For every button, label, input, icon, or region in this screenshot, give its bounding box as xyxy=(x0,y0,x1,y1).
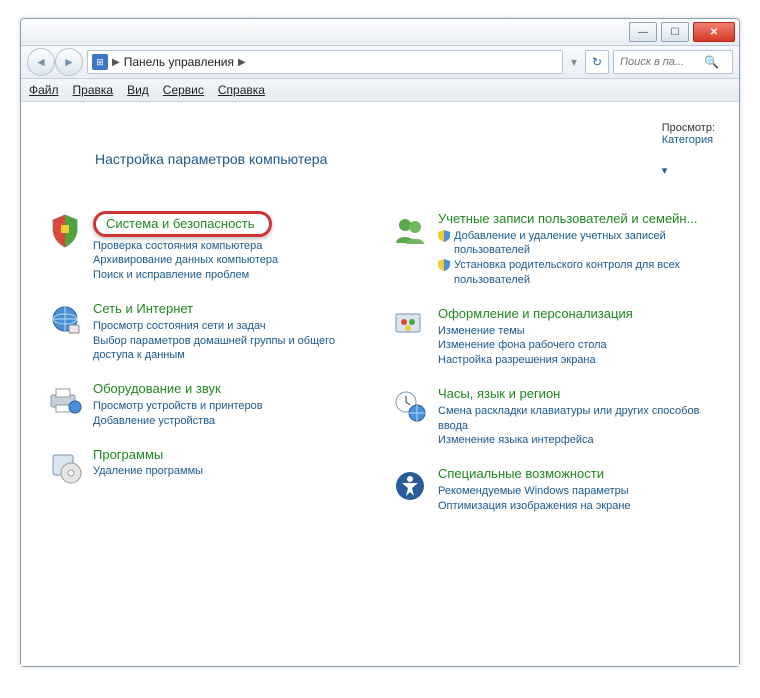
category-hardware: Оборудование и звук Просмотр устройств и… xyxy=(45,381,370,428)
chevron-down-icon: ▾ xyxy=(662,164,715,177)
link-change-theme[interactable]: Изменение темы xyxy=(438,324,525,339)
category-title-programs[interactable]: Программы xyxy=(93,447,163,463)
category-users: Учетные записи пользователей и семейн...… xyxy=(390,211,715,288)
menu-tools[interactable]: Сервис xyxy=(163,83,204,97)
titlebar: ― ☐ ✕ xyxy=(21,19,739,46)
page-title: Настройка параметров компьютера xyxy=(95,151,327,167)
search-input[interactable] xyxy=(618,55,700,69)
forward-button[interactable]: ► xyxy=(55,48,83,76)
search-box[interactable]: 🔍 xyxy=(613,50,733,74)
link-network-status[interactable]: Просмотр состояния сети и задач xyxy=(93,319,266,334)
link-uninstall[interactable]: Удаление программы xyxy=(93,464,203,479)
category-ease-of-access: Специальные возможности Рекомендуемые Wi… xyxy=(390,466,715,513)
disc-icon xyxy=(45,447,85,487)
refresh-button[interactable]: ↻ xyxy=(585,50,609,74)
category-title-hardware[interactable]: Оборудование и звук xyxy=(93,381,221,397)
uac-shield-icon xyxy=(438,259,450,271)
link-backup[interactable]: Архивирование данных компьютера xyxy=(93,253,278,268)
category-system-security: Система и безопасность Проверка состояни… xyxy=(45,211,370,283)
category-programs: Программы Удаление программы xyxy=(45,447,370,487)
search-icon: 🔍 xyxy=(704,55,719,69)
menu-help[interactable]: Справка xyxy=(218,83,265,97)
category-appearance: Оформление и персонализация Изменение те… xyxy=(390,306,715,368)
link-add-remove-accounts[interactable]: Добавление и удаление учетных записей по… xyxy=(454,229,715,259)
link-devices-printers[interactable]: Просмотр устройств и принтеров xyxy=(93,399,263,414)
link-windows-recommend[interactable]: Рекомендуемые Windows параметры xyxy=(438,484,629,499)
view-by[interactable]: Просмотр: Категория ▾ xyxy=(662,122,715,195)
shield-icon xyxy=(45,211,85,251)
ease-of-access-icon xyxy=(390,466,430,506)
users-icon xyxy=(390,211,430,251)
link-display-language[interactable]: Изменение языка интерфейса xyxy=(438,433,594,448)
menu-file[interactable]: Файл xyxy=(29,83,59,97)
link-troubleshoot[interactable]: Поиск и исправление проблем xyxy=(93,268,249,283)
menubar: Файл Правка Вид Сервис Справка xyxy=(21,79,739,102)
menu-edit[interactable]: Правка xyxy=(73,83,114,97)
back-button[interactable]: ◄ xyxy=(27,48,55,76)
clock-globe-icon xyxy=(390,386,430,426)
link-optimize-display[interactable]: Оптимизация изображения на экране xyxy=(438,499,631,514)
link-screen-resolution[interactable]: Настройка разрешения экрана xyxy=(438,353,596,368)
category-title-network[interactable]: Сеть и Интернет xyxy=(93,301,193,317)
link-check-status[interactable]: Проверка состояния компьютера xyxy=(93,239,262,254)
close-button[interactable]: ✕ xyxy=(693,22,735,42)
minimize-button[interactable]: ― xyxy=(629,22,657,42)
chevron-right-icon: ▶ xyxy=(238,57,246,68)
chevron-right-icon: ▶ xyxy=(112,57,120,68)
menu-view[interactable]: Вид xyxy=(127,83,149,97)
link-parental-controls[interactable]: Установка родительского контроля для все… xyxy=(454,258,715,288)
address-title: Панель управления xyxy=(124,55,234,69)
link-keyboard-layout[interactable]: Смена раскладки клавиатуры или других сп… xyxy=(438,404,715,434)
category-title-appearance[interactable]: Оформление и персонализация xyxy=(438,306,633,322)
category-title-clock[interactable]: Часы, язык и регион xyxy=(438,386,560,402)
control-panel-icon: ⊞ xyxy=(92,54,108,70)
palette-icon xyxy=(390,306,430,346)
address-bar[interactable]: ⊞ ▶ Панель управления ▶ xyxy=(87,50,563,74)
navbar: ◄ ► ⊞ ▶ Панель управления ▶ ▾ ↻ 🔍 xyxy=(21,46,739,79)
printer-icon xyxy=(45,381,85,421)
category-network: Сеть и Интернет Просмотр состояния сети … xyxy=(45,301,370,363)
link-add-device[interactable]: Добавление устройства xyxy=(93,414,215,429)
category-title-users[interactable]: Учетные записи пользователей и семейн... xyxy=(438,211,697,227)
globe-icon xyxy=(45,301,85,341)
category-clock-language: Часы, язык и регион Смена раскладки клав… xyxy=(390,386,715,448)
category-title-system-security[interactable]: Система и безопасность xyxy=(93,211,272,237)
maximize-button[interactable]: ☐ xyxy=(661,22,689,42)
recent-dropdown[interactable]: ▾ xyxy=(567,55,581,69)
uac-shield-icon xyxy=(438,230,450,242)
link-change-background[interactable]: Изменение фона рабочего стола xyxy=(438,338,607,353)
category-title-ease[interactable]: Специальные возможности xyxy=(438,466,604,482)
content: Настройка параметров компьютера Просмотр… xyxy=(21,102,739,666)
link-homegroup[interactable]: Выбор параметров домашней группы и общег… xyxy=(93,334,370,364)
